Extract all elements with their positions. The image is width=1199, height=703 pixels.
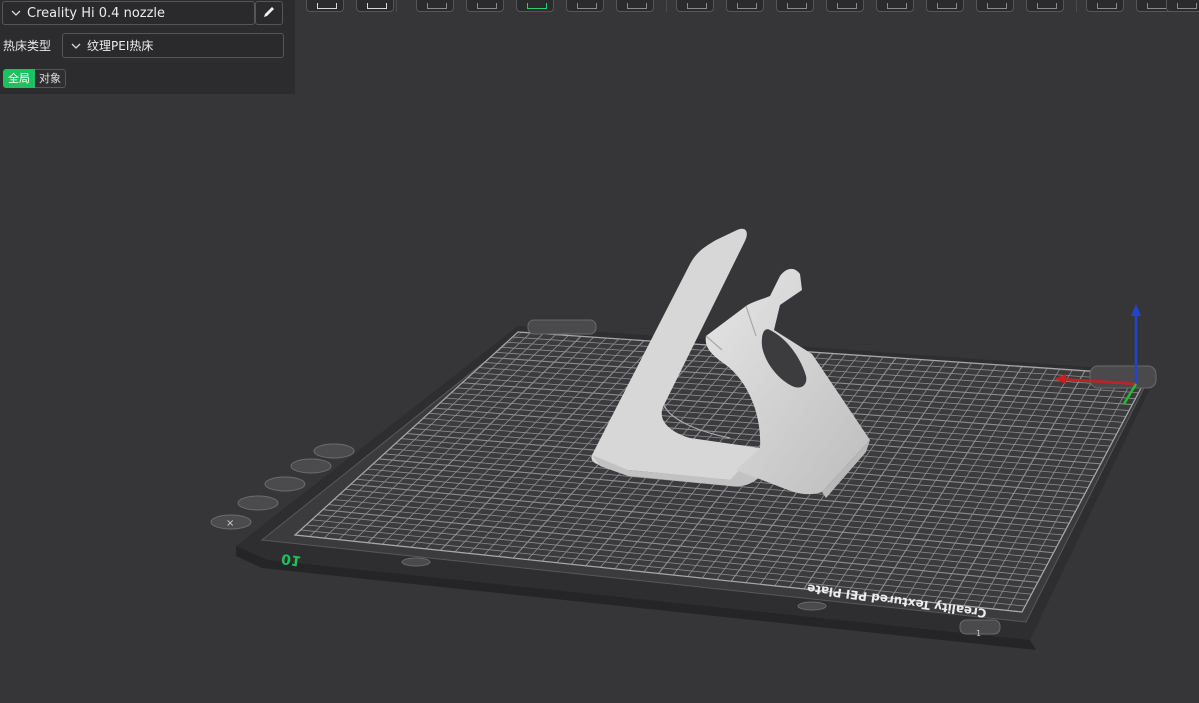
printer-name: Creality Hi 0.4 nozzle xyxy=(27,5,166,21)
layout-icon xyxy=(577,3,597,9)
svg-text:×: × xyxy=(226,518,234,529)
scale-icon xyxy=(837,3,857,9)
text-button[interactable] xyxy=(976,0,1014,12)
arrange-button[interactable] xyxy=(466,0,504,12)
toolbar-separator xyxy=(1076,0,1077,12)
text-icon xyxy=(987,3,1007,9)
bed-type-label: 热床类型 xyxy=(3,39,52,53)
plate-orient-button[interactable] xyxy=(237,495,279,511)
tab-object[interactable]: 对象 xyxy=(35,69,66,88)
move-button[interactable] xyxy=(726,0,764,12)
auto-orient-icon xyxy=(527,3,547,9)
orient-icon xyxy=(427,3,447,9)
split-button[interactable] xyxy=(616,0,654,12)
toolbar-separator xyxy=(666,0,667,12)
bed-type-value: 纹理PEI热床 xyxy=(87,39,154,53)
auto-orient-button[interactable] xyxy=(516,0,554,12)
tab-global[interactable]: 全局 xyxy=(3,69,35,88)
toolbar-separator xyxy=(396,0,397,12)
plate-number: 01 xyxy=(280,550,302,569)
cut-icon xyxy=(687,3,707,9)
seam-paint-button[interactable] xyxy=(926,0,964,12)
pencil-icon xyxy=(262,4,276,23)
measure-button[interactable] xyxy=(1026,0,1064,12)
orient-button[interactable] xyxy=(416,0,454,12)
plate-settings-button[interactable] xyxy=(313,443,355,459)
3d-viewport[interactable]: 1 × 01 Creality Textured PEI Plate xyxy=(0,0,1199,703)
scale-button[interactable] xyxy=(826,0,864,12)
plate-icon xyxy=(367,3,387,9)
assembly-button[interactable] xyxy=(1086,0,1124,12)
plate-arrange-button[interactable] xyxy=(264,476,306,492)
support-paint-button[interactable] xyxy=(876,0,914,12)
seam-paint-icon xyxy=(937,3,957,9)
support-paint-icon xyxy=(887,3,907,9)
top-toolbar xyxy=(300,0,1199,14)
add-object-button[interactable] xyxy=(306,0,344,12)
layout-button[interactable] xyxy=(566,0,604,12)
chevron-down-icon xyxy=(71,41,81,51)
measure-icon xyxy=(1037,3,1057,9)
variable-height-icon xyxy=(1177,3,1197,9)
plate-button[interactable] xyxy=(356,0,394,12)
chevron-down-icon xyxy=(11,8,21,18)
variable-height-button[interactable] xyxy=(1166,0,1199,12)
split-icon xyxy=(627,3,647,9)
assembly-icon xyxy=(1097,3,1117,9)
printer-select[interactable]: Creality Hi 0.4 nozzle xyxy=(2,1,255,25)
rotate-icon xyxy=(787,3,807,9)
cut-button[interactable] xyxy=(676,0,714,12)
arrange-icon xyxy=(477,3,497,9)
plate-lock-button[interactable] xyxy=(290,458,332,474)
build-plate-scene[interactable]: 1 × 01 Creality Textured PEI Plate xyxy=(0,0,1199,703)
bed-type-select[interactable]: 纹理PEI热床 xyxy=(62,33,284,58)
edit-printer-button[interactable] xyxy=(255,1,283,25)
add-object-icon xyxy=(317,3,337,9)
rotate-button[interactable] xyxy=(776,0,814,12)
move-icon xyxy=(737,3,757,9)
settings-scope-tabs: 全局 对象 xyxy=(3,69,66,88)
plate-corner-number: 1 xyxy=(976,629,981,638)
layers-icon xyxy=(1147,3,1167,9)
settings-panel: Creality Hi 0.4 nozzle 热床类型 纹理PEI热床 全局 对… xyxy=(0,0,295,94)
